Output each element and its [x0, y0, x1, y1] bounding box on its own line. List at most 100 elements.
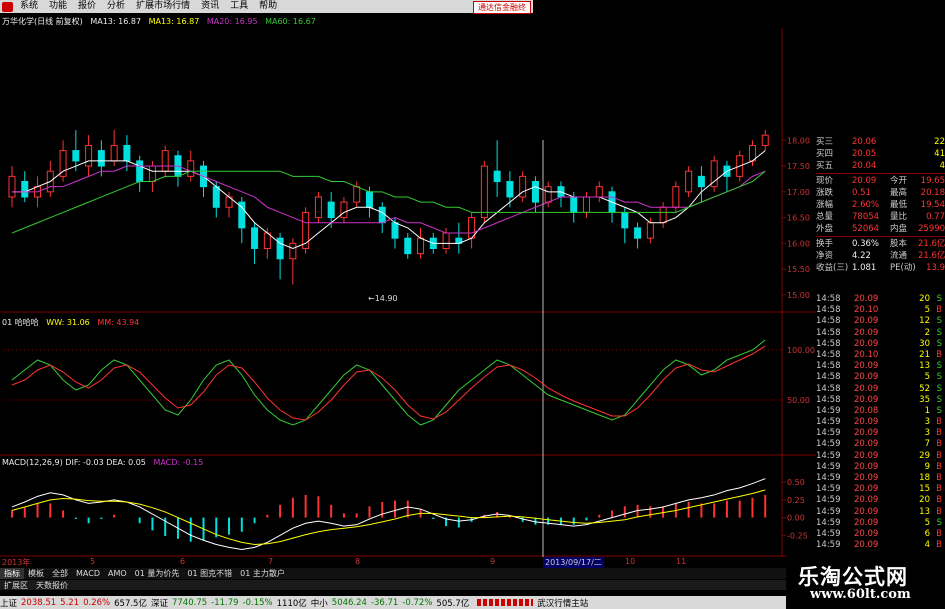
trade-volume: 29 — [919, 450, 930, 461]
quote-row: 换手 0.36% 股本 21.6亿 — [816, 238, 945, 250]
trade-row: 14:59 20.09 5 S — [816, 518, 945, 529]
sh-percent: 0.26% — [83, 597, 111, 608]
quote-label-right — [890, 160, 918, 172]
sz-change: -11.79 — [211, 597, 239, 608]
quote-label-right: PE(动) — [890, 263, 916, 273]
trade-time: 14:58 — [816, 383, 841, 394]
time-label: 8 — [355, 557, 361, 566]
quote-row: 现价 20.09 今开 19.65 — [816, 175, 945, 187]
tab-chart-good[interactable]: 01 图克不错 — [183, 568, 236, 579]
candle-body — [761, 134, 769, 146]
candle-body — [493, 170, 501, 183]
trade-price: 20.09 — [854, 528, 879, 539]
time-label: 6 — [180, 557, 186, 566]
trade-price: 20.09 — [854, 540, 879, 551]
trade-row: 14:58 20.09 13 S — [816, 361, 945, 372]
trade-price: 20.09 — [854, 439, 879, 450]
tab-template[interactable]: 模板 — [24, 568, 48, 579]
quote-value: 20.04 — [852, 161, 877, 171]
time-label: 5 — [90, 557, 96, 566]
trade-side: B — [936, 450, 942, 461]
quote-separator — [816, 236, 945, 237]
trade-row: 14:59 20.08 1 S — [816, 406, 945, 417]
trade-side: S — [936, 405, 942, 416]
quote-row: 买五 20.04 4 — [816, 160, 945, 172]
trade-side: B — [936, 417, 942, 428]
trade-volume: 15 — [919, 484, 930, 495]
price-axis-label: 16.00 — [787, 239, 810, 248]
candle-body — [110, 144, 118, 162]
quote-row: 涨幅 2.60% 最低 19.54 — [816, 199, 945, 211]
trade-side: B — [936, 506, 942, 517]
trade-volume: 20 — [919, 294, 930, 304]
zx-amount: 505.7亿 — [436, 598, 470, 609]
trade-price: 20.09 — [854, 383, 879, 394]
kdj-ww-line — [11, 339, 766, 426]
trade-price: 20.10 — [854, 305, 879, 316]
station-name[interactable]: 武汉行情主站 — [537, 597, 588, 609]
trade-price: 20.09 — [854, 361, 879, 372]
trade-volume: 9 — [924, 461, 930, 472]
chart-area[interactable]: 18.00 17.50 17.00 16.50 16.00 15.50 15.00 ←14.9… — [0, 0, 816, 557]
macd-line1: MACD(12,26,9) DIF: -0.03 DEA: 0.05 — [2, 458, 146, 467]
candle-body — [544, 186, 552, 203]
kdj-name: 01 哈哈哈 — [2, 318, 39, 327]
trade-volume: 20 — [919, 495, 930, 506]
trade-volume: 3 — [924, 417, 930, 428]
quote-value-right: 25990 — [918, 224, 945, 234]
quote-label-right — [890, 148, 918, 160]
quote-row: 总量 78054 量比 0.77 — [816, 211, 945, 223]
trade-price: 20.09 — [854, 417, 879, 428]
quote-label: 涨跌 — [816, 188, 834, 198]
quote-label: 买五 — [816, 161, 834, 171]
quote-label-right: 流通 — [890, 251, 908, 261]
days-quote-button[interactable]: 天数报价 — [32, 580, 72, 591]
candle-body — [659, 206, 667, 224]
trade-row: 14:59 20.09 3 B — [816, 417, 945, 428]
tab-volume-first[interactable]: 01 量为价先 — [131, 568, 184, 579]
quote-value: 0.36% — [852, 239, 880, 249]
trade-row: 14:58 20.09 30 S — [816, 339, 945, 350]
trade-time: 14:59 — [816, 484, 841, 495]
tab-all[interactable]: 全部 — [48, 568, 72, 579]
quote-label: 收益(三) — [816, 263, 849, 273]
trade-side: B — [936, 528, 942, 539]
ext-area-button[interactable]: 扩展区 — [0, 580, 32, 591]
trade-time: 14:58 — [816, 316, 841, 327]
tab-macd[interactable]: MACD — [72, 569, 104, 578]
trade-price: 20.09 — [854, 372, 879, 383]
candle-body — [148, 165, 156, 183]
candle-body — [480, 165, 488, 219]
sz-label: 深证 — [150, 598, 168, 609]
watermark: 乐淘公式网 www.60lt.com — [786, 553, 945, 609]
quote-value: 1.081 — [852, 263, 877, 273]
trade-side: B — [936, 484, 942, 495]
time-label: 7 — [268, 557, 274, 566]
trade-volume: 2 — [924, 327, 930, 338]
kdj-axis-label: 100.00 — [787, 346, 815, 355]
trade-price: 20.09 — [854, 428, 879, 439]
quote-value: 4.22 — [852, 251, 871, 261]
trade-list[interactable]: 14:58 20.09 20 S 14:58 20.10 5 B 14:58 20.09 12 S 14… — [816, 294, 945, 551]
candle-body — [327, 201, 335, 219]
trade-price: 20.09 — [854, 394, 879, 405]
macd-dea-line — [11, 489, 766, 546]
quote-label-right: 股本 — [890, 239, 908, 249]
trade-price: 20.09 — [854, 461, 879, 472]
trade-row: 14:59 20.09 20 B — [816, 495, 945, 506]
trade-time: 14:59 — [816, 528, 841, 539]
trade-time: 14:58 — [816, 305, 841, 316]
quote-label-right: 最高 — [890, 188, 908, 198]
kdj-ww: WW: 31.06 — [46, 318, 90, 327]
trade-time: 14:59 — [816, 461, 841, 472]
tab-amo[interactable]: AMO — [104, 569, 131, 578]
signal-blocks-icon — [477, 599, 534, 606]
quote-row: 收益(三) 1.081 PE(动) 13.9 — [816, 262, 945, 274]
tab-indicator[interactable]: 指标 — [0, 568, 24, 579]
sz-percent: -0.15% — [242, 597, 273, 608]
tab-main-retail[interactable]: 01 主力散户 — [236, 568, 289, 579]
trade-row: 14:58 20.09 2 S — [816, 328, 945, 339]
candle-body — [570, 196, 578, 213]
trade-row: 14:59 20.09 3 B — [816, 428, 945, 439]
price-axis-label: 15.50 — [787, 265, 810, 274]
